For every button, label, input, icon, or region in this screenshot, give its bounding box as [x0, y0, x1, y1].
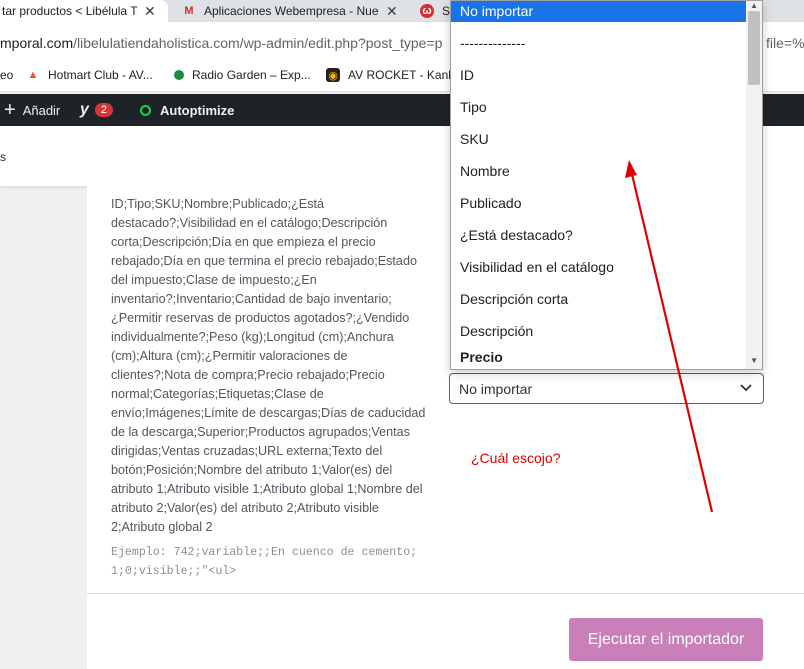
plus-icon: + — [4, 99, 16, 121]
chevron-down-icon — [740, 384, 752, 392]
tab-title: S — [441, 4, 450, 18]
browser-tab-products[interactable]: tar productos < Libélula Ti ✕ — [0, 0, 168, 22]
globe-dot-icon — [174, 70, 184, 80]
dropdown-option[interactable]: -------------- — [451, 27, 747, 59]
close-icon[interactable]: ✕ — [386, 3, 398, 20]
bookmark-radio-garden[interactable]: Radio Garden – Exp... — [174, 68, 311, 82]
bookmark-hotmart[interactable]: ▲ Hotmart Club - AV... — [26, 68, 153, 82]
autoptimize-label: Autoptimize — [160, 102, 235, 118]
dropdown-option[interactable]: Tipo — [451, 91, 747, 123]
add-new-button[interactable]: + Añadir — [4, 94, 60, 126]
close-icon[interactable]: ✕ — [144, 3, 156, 20]
rocket-icon: ◉ — [326, 68, 340, 82]
annotation-text: ¿Cuál escojo? — [471, 450, 561, 466]
bookmark-label: Hotmart Club - AV... — [48, 68, 153, 82]
bookmark-label: Radio Garden – Exp... — [192, 68, 311, 82]
add-new-label: Añadir — [22, 102, 61, 118]
url-host: mporal.com — [0, 35, 74, 51]
site-icon: ω — [420, 4, 434, 18]
bookmark-label: AV ROCKET - Kanba — [348, 68, 462, 82]
dropdown-option[interactable]: Descripción corta — [451, 283, 747, 315]
dropdown-option[interactable]: Nombre — [451, 155, 747, 187]
yoast-icon: y — [80, 101, 89, 118]
yoast-menu[interactable]: y 2 — [80, 94, 114, 126]
bookmark-av-rocket[interactable]: ◉ AV ROCKET - Kanba — [326, 68, 462, 82]
dropdown-option[interactable]: Visibilidad en el catálogo — [451, 251, 747, 283]
page-title: s — [0, 150, 6, 164]
bookmark-partial[interactable]: eo — [0, 68, 13, 82]
browser-tab-webempresa[interactable]: M Aplicaciones Webempresa - Nue ✕ — [182, 0, 408, 22]
url-text[interactable]: mporal.com/libelulatiendaholistica.com/w… — [0, 35, 442, 51]
notification-badge: 2 — [94, 103, 114, 117]
url-path: /libelulatiendaholistica.com/wp-admin/ed… — [73, 35, 443, 51]
dropdown-option[interactable]: Publicado — [451, 187, 747, 219]
dropdown-scrollbar[interactable]: ▲ ▼ — [746, 1, 762, 369]
column-description: ID;Tipo;SKU;Nombre;Publicado;¿Está desta… — [111, 197, 426, 534]
dropdown-option[interactable]: ID — [451, 59, 747, 91]
dropdown-option[interactable]: SKU — [451, 123, 747, 155]
flame-icon: ▲ — [27, 69, 39, 81]
scroll-up-arrow-icon[interactable]: ▲ — [750, 1, 758, 10]
select-dropdown-list[interactable]: No importar -------------- ID Tipo SKU N… — [450, 0, 763, 370]
tab-title: tar productos < Libélula Ti — [2, 4, 138, 18]
gmail-icon: M — [184, 5, 194, 17]
tab-title: Aplicaciones Webempresa - Nue — [204, 4, 379, 18]
panel-divider — [87, 593, 804, 594]
bookmark-label: eo — [0, 68, 14, 82]
column-mapping-select[interactable]: No importar — [449, 373, 764, 404]
status-ring-icon — [140, 104, 151, 116]
dropdown-option[interactable]: ¿Está destacado? — [451, 219, 747, 251]
dropdown-optgroup-label: Precio — [460, 349, 503, 365]
select-value: No importar — [459, 380, 533, 397]
autoptimize-menu[interactable]: Autoptimize — [140, 94, 234, 126]
dropdown-option[interactable]: No importar — [451, 1, 747, 22]
run-importer-button[interactable]: Ejecutar el importador — [569, 618, 763, 661]
url-tail: file=% — [766, 35, 804, 51]
column-example: Ejemplo: 742;variable;;En cuenco de ceme… — [111, 546, 418, 578]
scroll-thumb[interactable] — [748, 11, 760, 85]
scroll-down-arrow-icon[interactable]: ▼ — [750, 356, 758, 365]
browser-tab-other[interactable]: ω S — [420, 0, 450, 22]
